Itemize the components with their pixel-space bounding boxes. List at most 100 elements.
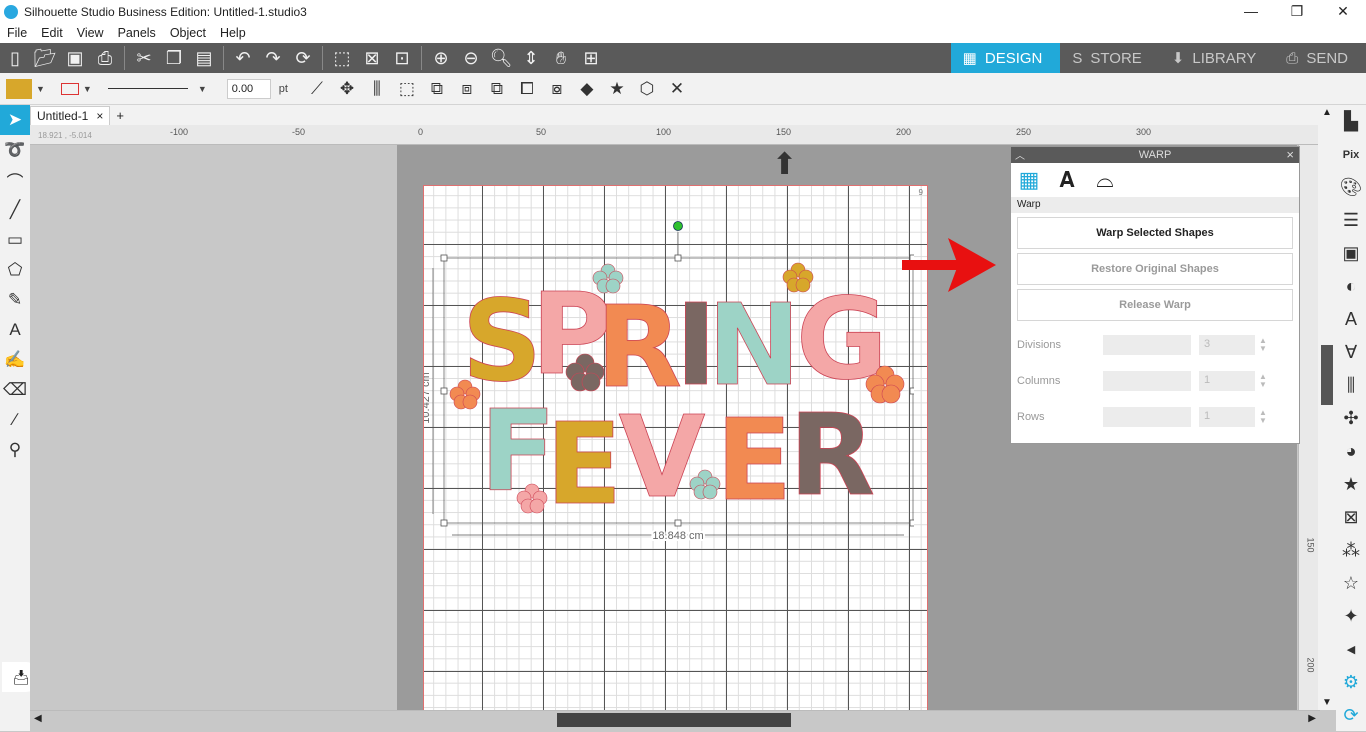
close-window-button[interactable]: ✕ bbox=[1320, 3, 1366, 20]
scroll-right-icon[interactable]: ▶ bbox=[1308, 713, 1316, 724]
tab-send[interactable]: ⎙ SEND bbox=[1274, 43, 1366, 73]
tab-store[interactable]: S STORE bbox=[1060, 43, 1160, 73]
fill-pattern-icon[interactable]: ▣ bbox=[1336, 237, 1366, 270]
line-color-swatch[interactable] bbox=[60, 82, 79, 95]
knife-icon[interactable]: ∕ bbox=[0, 405, 30, 435]
scroll-left-icon[interactable]: ◀ bbox=[34, 713, 42, 724]
settings-gear-icon[interactable]: ⚙ bbox=[1336, 666, 1366, 699]
release-compound-icon[interactable]: ⧉ bbox=[482, 74, 512, 104]
menu-object[interactable]: Object bbox=[163, 26, 213, 40]
warp-grid-icon[interactable]: ▦ bbox=[1013, 164, 1045, 196]
zoom-in-icon[interactable]: ⊕ bbox=[426, 43, 456, 73]
spring-fever-design[interactable]: 10.427 cm 18.848 cm S P R I N G F E V E … bbox=[424, 218, 914, 548]
divisions-slider[interactable] bbox=[1103, 335, 1191, 355]
resize-handle[interactable] bbox=[440, 387, 448, 395]
menu-panels[interactable]: Panels bbox=[111, 26, 163, 40]
edit-points-icon[interactable]: ➰ bbox=[0, 135, 30, 165]
fill-palette-icon[interactable]: 🎨︎ bbox=[1336, 171, 1366, 204]
line-style-icon[interactable]: ☰ bbox=[1336, 204, 1366, 237]
divisions-input[interactable]: 3 bbox=[1199, 335, 1255, 355]
select-arrow-icon[interactable]: ➤ bbox=[0, 105, 30, 135]
page-setup-icon[interactable]: ▙ bbox=[1336, 105, 1366, 138]
resize-handle[interactable] bbox=[909, 387, 914, 395]
scroll-down-icon[interactable]: ▼ bbox=[1322, 697, 1332, 708]
new-file-icon[interactable]: ▯ bbox=[0, 43, 30, 73]
star-shape-icon[interactable]: ★ bbox=[602, 74, 632, 104]
text-to-path-icon[interactable]: ∀ bbox=[1336, 336, 1366, 369]
horizontal-scrollbar[interactable]: ◀ ▶ bbox=[30, 710, 1320, 728]
zoom-select-icon[interactable]: 🔍︎ bbox=[486, 43, 516, 73]
redraw-icon[interactable]: ⟳ bbox=[288, 43, 318, 73]
line-tool-icon[interactable]: ⟋ bbox=[302, 74, 332, 104]
columns-input[interactable]: 1 bbox=[1199, 371, 1255, 391]
bring-front-icon[interactable]: ⧠ bbox=[512, 74, 542, 104]
delete-icon[interactable]: ✕ bbox=[662, 74, 692, 104]
rows-slider[interactable] bbox=[1103, 407, 1191, 427]
line-style-preview[interactable] bbox=[107, 88, 188, 89]
rhinestone-icon[interactable]: ⁂ bbox=[1336, 534, 1366, 567]
open-folder-icon[interactable]: 📂︎ bbox=[30, 43, 60, 73]
print-icon[interactable]: ⎙ bbox=[90, 43, 120, 73]
redo-icon[interactable]: ↷ bbox=[258, 43, 288, 73]
rectangle-icon[interactable]: ▭ bbox=[0, 225, 30, 255]
line-color-dropdown-icon[interactable]: ▼ bbox=[83, 84, 92, 94]
doc-tab-untitled[interactable]: Untitled-1 × bbox=[30, 106, 111, 125]
polygon-icon[interactable]: ⬠ bbox=[0, 255, 30, 285]
eyedropper-icon[interactable]: ⚲ bbox=[0, 435, 30, 465]
line-width-input[interactable]: 0.00 bbox=[226, 78, 271, 99]
resize-handle[interactable] bbox=[909, 519, 914, 527]
menu-view[interactable]: View bbox=[70, 26, 111, 40]
align-icon[interactable]: ⫼ bbox=[362, 74, 392, 104]
horizontal-scroll-thumb[interactable] bbox=[557, 713, 791, 727]
fit-to-page-icon[interactable]: ⊞ bbox=[576, 43, 606, 73]
weld-icon[interactable]: ◆ bbox=[572, 74, 602, 104]
close-panel-icon[interactable]: × bbox=[1286, 147, 1294, 162]
minimize-button[interactable]: — bbox=[1228, 3, 1274, 20]
pencil-icon[interactable]: ✎ bbox=[0, 285, 30, 315]
zoom-out-icon[interactable]: ⊖ bbox=[456, 43, 486, 73]
resize-handle[interactable] bbox=[440, 254, 448, 262]
eraser-icon[interactable]: ⌫ bbox=[0, 375, 30, 405]
3d-box-icon[interactable]: ⬡ bbox=[632, 74, 662, 104]
cut-icon[interactable]: ✂ bbox=[129, 43, 159, 73]
text-icon[interactable]: A bbox=[0, 315, 30, 345]
transparency-icon[interactable]: ◐ bbox=[1336, 270, 1366, 303]
resize-handle[interactable] bbox=[440, 519, 448, 527]
release-warp-button[interactable]: Release Warp bbox=[1017, 289, 1293, 321]
rows-stepper[interactable]: ▲ ▼ bbox=[1259, 409, 1267, 425]
nest-puzzle-icon[interactable]: ✦ bbox=[1336, 600, 1366, 633]
line-style-dropdown-icon[interactable]: ▼ bbox=[198, 84, 207, 94]
columns-stepper[interactable]: ▲ ▼ bbox=[1259, 373, 1267, 389]
offset-star-icon[interactable]: ★ bbox=[1336, 468, 1366, 501]
drag-zoom-icon[interactable]: ⇕ bbox=[516, 43, 546, 73]
paste-icon[interactable]: ▤ bbox=[189, 43, 219, 73]
copy-icon[interactable]: ❐ bbox=[159, 43, 189, 73]
fill-color-swatch[interactable] bbox=[6, 78, 32, 99]
rows-input[interactable]: 1 bbox=[1199, 407, 1255, 427]
menu-help[interactable]: Help bbox=[213, 26, 253, 40]
text-style-icon[interactable]: A bbox=[1336, 303, 1366, 336]
sync-icon[interactable]: ⟳ bbox=[1336, 699, 1366, 732]
move-icon[interactable]: ✥ bbox=[332, 74, 362, 104]
favorite-star-icon[interactable]: ☆ bbox=[1336, 567, 1366, 600]
warp-cylinder-icon[interactable]: ⌓ bbox=[1089, 164, 1121, 196]
ungroup-icon[interactable]: ⧉ bbox=[422, 74, 452, 104]
rotate-handle[interactable] bbox=[673, 221, 683, 231]
resize-handle[interactable] bbox=[674, 254, 682, 262]
restore-button[interactable]: ❐ bbox=[1274, 3, 1320, 20]
select-all-icon[interactable]: ⬚ bbox=[327, 43, 357, 73]
pan-hand-icon[interactable]: ✋︎ bbox=[546, 43, 576, 73]
align-panel-icon[interactable]: ⫼ bbox=[1336, 369, 1366, 402]
vertical-scrollbar[interactable]: ▲ ▼ bbox=[1318, 105, 1336, 710]
modify-icon[interactable]: ◕ bbox=[1336, 435, 1366, 468]
menu-file[interactable]: File bbox=[0, 26, 34, 40]
group-icon[interactable]: ⬚ bbox=[392, 74, 422, 104]
select-by-color-icon[interactable]: ⊡ bbox=[387, 43, 417, 73]
fill-dropdown-icon[interactable]: ▼ bbox=[36, 84, 45, 94]
warp-text-icon[interactable]: 𝐀 bbox=[1051, 164, 1083, 196]
columns-slider[interactable] bbox=[1103, 371, 1191, 391]
curve-icon[interactable]: ⌒ bbox=[0, 165, 30, 195]
tab-library[interactable]: ⬇ LIBRARY bbox=[1159, 43, 1275, 73]
send-back-icon[interactable]: ⧇ bbox=[542, 74, 572, 104]
pixscan-icon[interactable]: Pix bbox=[1336, 138, 1366, 171]
